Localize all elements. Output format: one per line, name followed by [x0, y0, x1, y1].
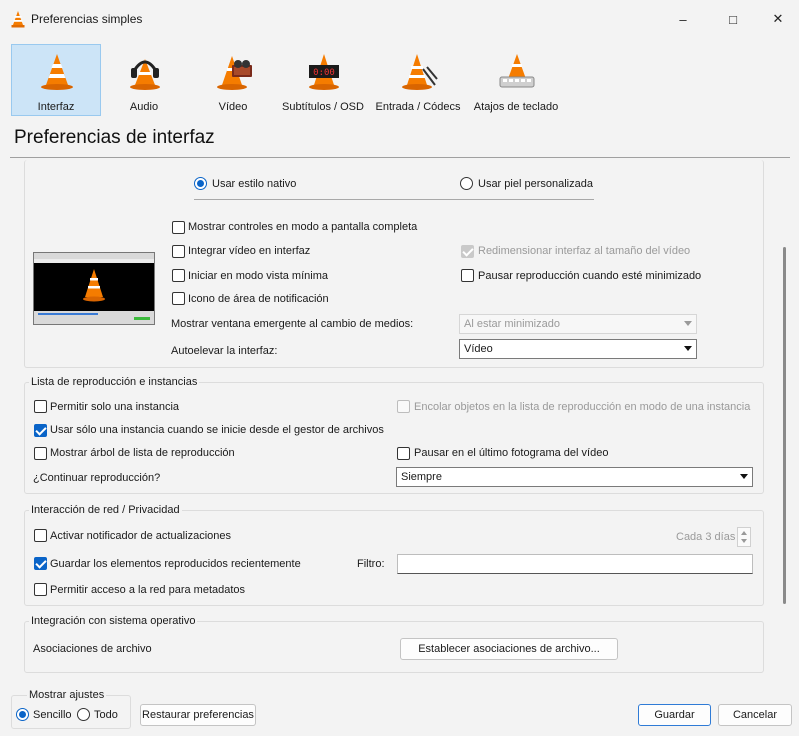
- privacy-group-title: Interacción de red / Privacidad: [29, 504, 182, 516]
- one-instance-checkbox[interactable]: [34, 400, 47, 413]
- input-cone-icon: [402, 54, 438, 90]
- file-manager-instance-label: Usar sólo una instancia cuando se inicie…: [50, 424, 384, 436]
- scrollbar-thumb[interactable]: [783, 247, 786, 604]
- page-title: Preferencias de interfaz: [14, 127, 215, 148]
- continue-playback-select[interactable]: Siempre: [396, 467, 753, 487]
- pause-minimized-label: Pausar reproducción cuando esté minimiza…: [478, 270, 702, 282]
- chevron-up-icon[interactable]: [741, 531, 747, 535]
- category-label: Atajos de teclado: [473, 101, 559, 113]
- pause-last-frame-label: Pausar en el último fotograma del vídeo: [414, 447, 609, 459]
- one-instance-label: Permitir solo una instancia: [50, 401, 180, 413]
- popup-select[interactable]: Al estar minimizado: [459, 314, 697, 334]
- pause-minimized-checkbox[interactable]: [461, 269, 474, 282]
- pause-last-frame-checkbox[interactable]: [397, 447, 410, 460]
- fullscreen-controls-checkbox[interactable]: [172, 221, 185, 234]
- file-associations-label: Asociaciones de archivo: [33, 643, 152, 655]
- resize-to-video-checkbox[interactable]: [461, 245, 474, 258]
- film-cone-icon: [217, 56, 252, 90]
- preview-cone-icon: [83, 269, 105, 302]
- svg-text:0:00: 0:00: [313, 68, 335, 78]
- os-integration-group-title: Integración con sistema operativo: [29, 615, 198, 627]
- minimal-view-checkbox[interactable]: [172, 269, 185, 282]
- enqueue-checkbox[interactable]: [397, 400, 410, 413]
- popup-label: Mostrar ventana emergente al cambio de m…: [171, 318, 414, 330]
- systray-icon-checkbox[interactable]: [172, 292, 185, 305]
- raise-label: Autoelevar la interfaz:: [171, 345, 278, 357]
- recent-items-label: Guardar los elementos reproducidos recie…: [50, 558, 301, 570]
- close-icon[interactable]: ✕: [755, 0, 799, 38]
- window-title: Preferencias simples: [31, 12, 143, 26]
- embed-video-checkbox[interactable]: [172, 245, 185, 258]
- reset-preferences-button[interactable]: Restaurar preferencias: [140, 704, 256, 726]
- raise-select-value: Vídeo: [464, 343, 493, 355]
- settings-all-radio[interactable]: [77, 708, 90, 721]
- playlist-tree-label: Mostrar árbol de lista de reproducción: [50, 447, 235, 459]
- update-notifier-label: Activar notificador de actualizaciones: [50, 530, 231, 542]
- style-divider: [194, 199, 594, 200]
- recent-items-checkbox[interactable]: [34, 557, 47, 570]
- filter-input[interactable]: [397, 554, 753, 574]
- playlist-tree-checkbox[interactable]: [34, 447, 47, 460]
- custom-skin-label: Usar piel personalizada: [478, 178, 593, 190]
- native-style-radio[interactable]: [194, 177, 207, 190]
- maximize-icon[interactable]: □: [710, 0, 756, 38]
- metadata-access-checkbox[interactable]: [34, 583, 47, 596]
- popup-select-value: Al estar minimizado: [464, 318, 560, 330]
- continue-playback-value: Siempre: [401, 471, 442, 483]
- fullscreen-controls-label: Mostrar controles en modo a pantalla com…: [188, 221, 418, 233]
- chevron-down-icon: [684, 346, 692, 351]
- subtitles-cone-icon: 0:00: [309, 54, 339, 90]
- minimize-icon[interactable]: –: [660, 0, 706, 38]
- update-interval-spinner[interactable]: [737, 527, 751, 547]
- minimal-view-label: Iniciar en modo vista mínima: [188, 270, 328, 282]
- raise-select[interactable]: Vídeo: [459, 339, 697, 359]
- chevron-down-icon: [684, 321, 692, 326]
- set-file-associations-button[interactable]: Establecer asociaciones de archivo...: [400, 638, 618, 660]
- keyboard-cone-icon: [499, 54, 535, 88]
- headphones-cone-icon: [130, 59, 160, 90]
- interface-preview-image: [33, 252, 155, 325]
- metadata-access-label: Permitir acceso a la red para metadatos: [50, 584, 246, 596]
- enqueue-label: Encolar objetos en la lista de reproducc…: [414, 401, 751, 413]
- category-atajos[interactable]: Atajos de teclado: [471, 44, 561, 116]
- chevron-down-icon[interactable]: [741, 539, 747, 543]
- playlist-group-title: Lista de reproducción e instancias: [29, 376, 200, 388]
- custom-skin-radio[interactable]: [460, 177, 473, 190]
- category-entrada[interactable]: Entrada / Códecs: [373, 44, 463, 116]
- settings-simple-radio[interactable]: [16, 708, 29, 721]
- show-settings-title: Mostrar ajustes: [27, 689, 107, 701]
- systray-icon-label: Icono de área de notificación: [188, 293, 329, 305]
- file-manager-instance-checkbox[interactable]: [34, 424, 47, 437]
- update-notifier-checkbox[interactable]: [34, 529, 47, 542]
- update-interval-value: Cada 3 días: [676, 531, 736, 543]
- vlc-cone-icon: [41, 54, 73, 90]
- resize-to-video-label: Redimensionar interfaz al tamaño del víd…: [478, 245, 691, 257]
- settings-simple-label: Sencillo: [33, 709, 72, 721]
- save-button[interactable]: Guardar: [638, 704, 711, 726]
- filter-label: Filtro:: [357, 558, 385, 570]
- chevron-down-icon: [740, 474, 748, 479]
- settings-all-label: Todo: [94, 709, 118, 721]
- title-divider: [10, 157, 790, 158]
- continue-playback-label: ¿Continuar reproducción?: [33, 472, 161, 484]
- embed-video-label: Integrar vídeo en interfaz: [188, 245, 311, 257]
- native-style-label: Usar estilo nativo: [212, 178, 297, 190]
- vlc-app-icon: [11, 11, 25, 28]
- cancel-button[interactable]: Cancelar: [718, 704, 792, 726]
